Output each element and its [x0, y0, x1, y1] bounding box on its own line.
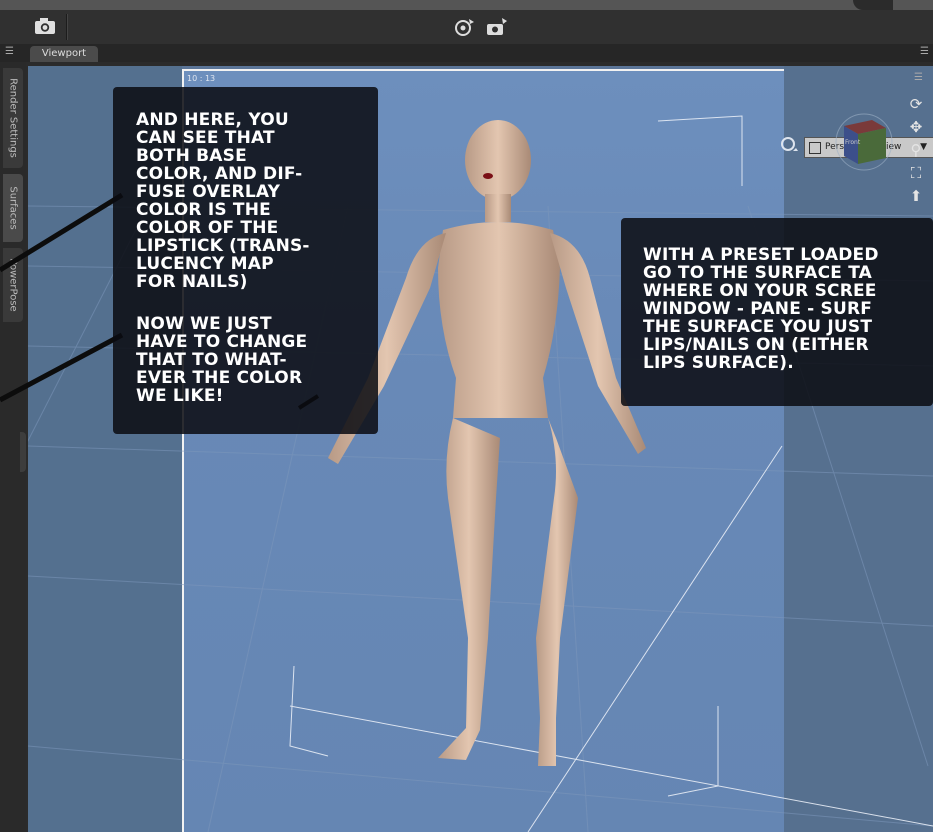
- tab-powerpose[interactable]: PowerPose: [3, 248, 23, 322]
- view-cube[interactable]: Front: [834, 110, 894, 172]
- annotation-callout-1: AND HERE, YOU CAN SEE THAT BOTH BASE COL…: [113, 87, 378, 434]
- camera-settings-icon[interactable]: [485, 16, 509, 40]
- tab-surfaces[interactable]: Surfaces: [3, 174, 23, 242]
- view-cube-label: Front: [845, 139, 861, 146]
- tab-render-settings[interactable]: Render Settings: [3, 68, 23, 168]
- callout-1-text-b: NOW WE JUST HAVE TO CHANGE THAT TO WHAT-…: [136, 314, 308, 406]
- toolbar: [0, 10, 933, 45]
- search-icon[interactable]: [780, 136, 800, 156]
- orbit-icon[interactable]: ⟳: [906, 94, 926, 114]
- rotate-camera-icon[interactable]: [453, 16, 477, 40]
- tab-viewport[interactable]: Viewport: [30, 46, 98, 62]
- toolbar-separator: [66, 14, 68, 40]
- window-tab-curve: [853, 0, 893, 10]
- panel-options-icon[interactable]: ☰: [920, 46, 929, 57]
- frame-icon[interactable]: ⛶: [906, 163, 926, 183]
- panel-menu-icon[interactable]: ☰: [5, 46, 14, 57]
- viewport-icon: [809, 142, 821, 154]
- navigation-tools: ⟳ ✥ ⚲ ⛶ ⬆: [906, 94, 928, 209]
- window-top-strip: [0, 0, 933, 10]
- callout-1-text-a: AND HERE, YOU CAN SEE THAT BOTH BASE COL…: [136, 110, 310, 292]
- camera-icon[interactable]: [33, 15, 57, 39]
- callout-2-text: WITH A PRESET LOADED GO TO THE SURFACE T…: [643, 245, 879, 373]
- tab-label: PowerPose: [7, 258, 19, 312]
- frame-timestamp: 10 : 13: [187, 74, 216, 83]
- reset-icon[interactable]: ⬆: [906, 186, 926, 206]
- viewport-menu-icon[interactable]: ☰: [914, 72, 923, 83]
- left-rail: Render Settings Surfaces PowerPose: [0, 62, 26, 832]
- annotation-callout-2: WITH A PRESET LOADED GO TO THE SURFACE T…: [621, 218, 933, 406]
- zoom-icon[interactable]: ⚲: [906, 140, 926, 160]
- collapse-handle[interactable]: [20, 432, 26, 472]
- panel-tab-bar: [0, 44, 933, 62]
- tab-label: Render Settings: [7, 78, 19, 158]
- tab-label: Surfaces: [7, 186, 19, 230]
- pan-icon[interactable]: ✥: [906, 117, 926, 137]
